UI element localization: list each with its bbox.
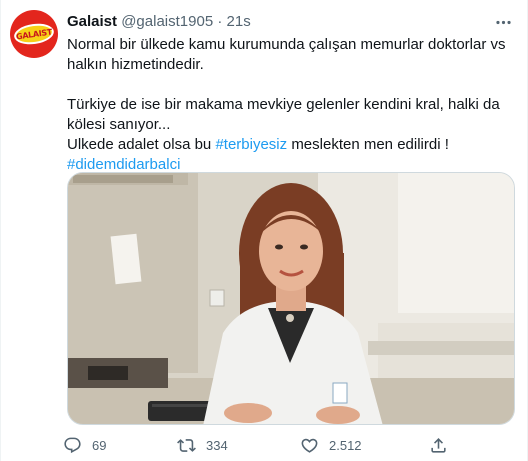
tweet-text: Normal bir ülkede kamu kurumunda çalışan…	[67, 35, 507, 175]
galaist-logo: GALAIST	[12, 21, 56, 47]
tweet-line: Normal bir ülkede kamu kurumunda çalışan…	[67, 36, 506, 73]
tweet-line-start: Ulkede adalet olsa bu	[67, 136, 212, 153]
avatar-logo-text: GALAIST	[15, 27, 53, 41]
like-count: 2.512	[329, 438, 362, 453]
avatar[interactable]: GALAIST	[10, 10, 58, 58]
tweet-photo[interactable]	[67, 172, 515, 425]
hashtag-link[interactable]: #terbiyesiz	[215, 136, 287, 153]
retweet-icon	[177, 439, 196, 452]
share-button[interactable]	[429, 436, 458, 455]
more-icon[interactable]	[489, 8, 517, 36]
tweet-line: Türkiye de ise bir makama mevkiye gelenl…	[67, 96, 500, 133]
reply-button[interactable]: 69	[63, 436, 106, 455]
reply-count: 69	[92, 438, 107, 453]
retweet-button[interactable]: 334	[177, 436, 228, 455]
tweet-line: Ulkede adalet olsa bu #terbiyesiz meslek…	[67, 135, 507, 155]
tweet-line-end: meslekten men edilirdi !	[291, 136, 449, 153]
like-button[interactable]: 2.512	[300, 436, 362, 455]
hashtag-link[interactable]: #didemdidarbalci	[67, 156, 180, 173]
share-icon	[431, 438, 446, 453]
header-separator: ·	[217, 13, 223, 30]
tweet-header: Galaist @galaist1905 · 21s	[67, 12, 251, 32]
author-handle[interactable]: @galaist1905	[121, 13, 213, 30]
reply-icon	[64, 437, 81, 454]
tweet-actions: 69 334 2.512	[63, 436, 483, 458]
author-name[interactable]: Galaist	[67, 13, 117, 30]
timestamp[interactable]: 21s	[227, 13, 251, 30]
retweet-count: 334	[206, 438, 228, 453]
tweet-card[interactable]: GALAIST Galaist @galaist1905 · 21s Norma…	[0, 0, 528, 461]
like-icon	[301, 438, 318, 453]
